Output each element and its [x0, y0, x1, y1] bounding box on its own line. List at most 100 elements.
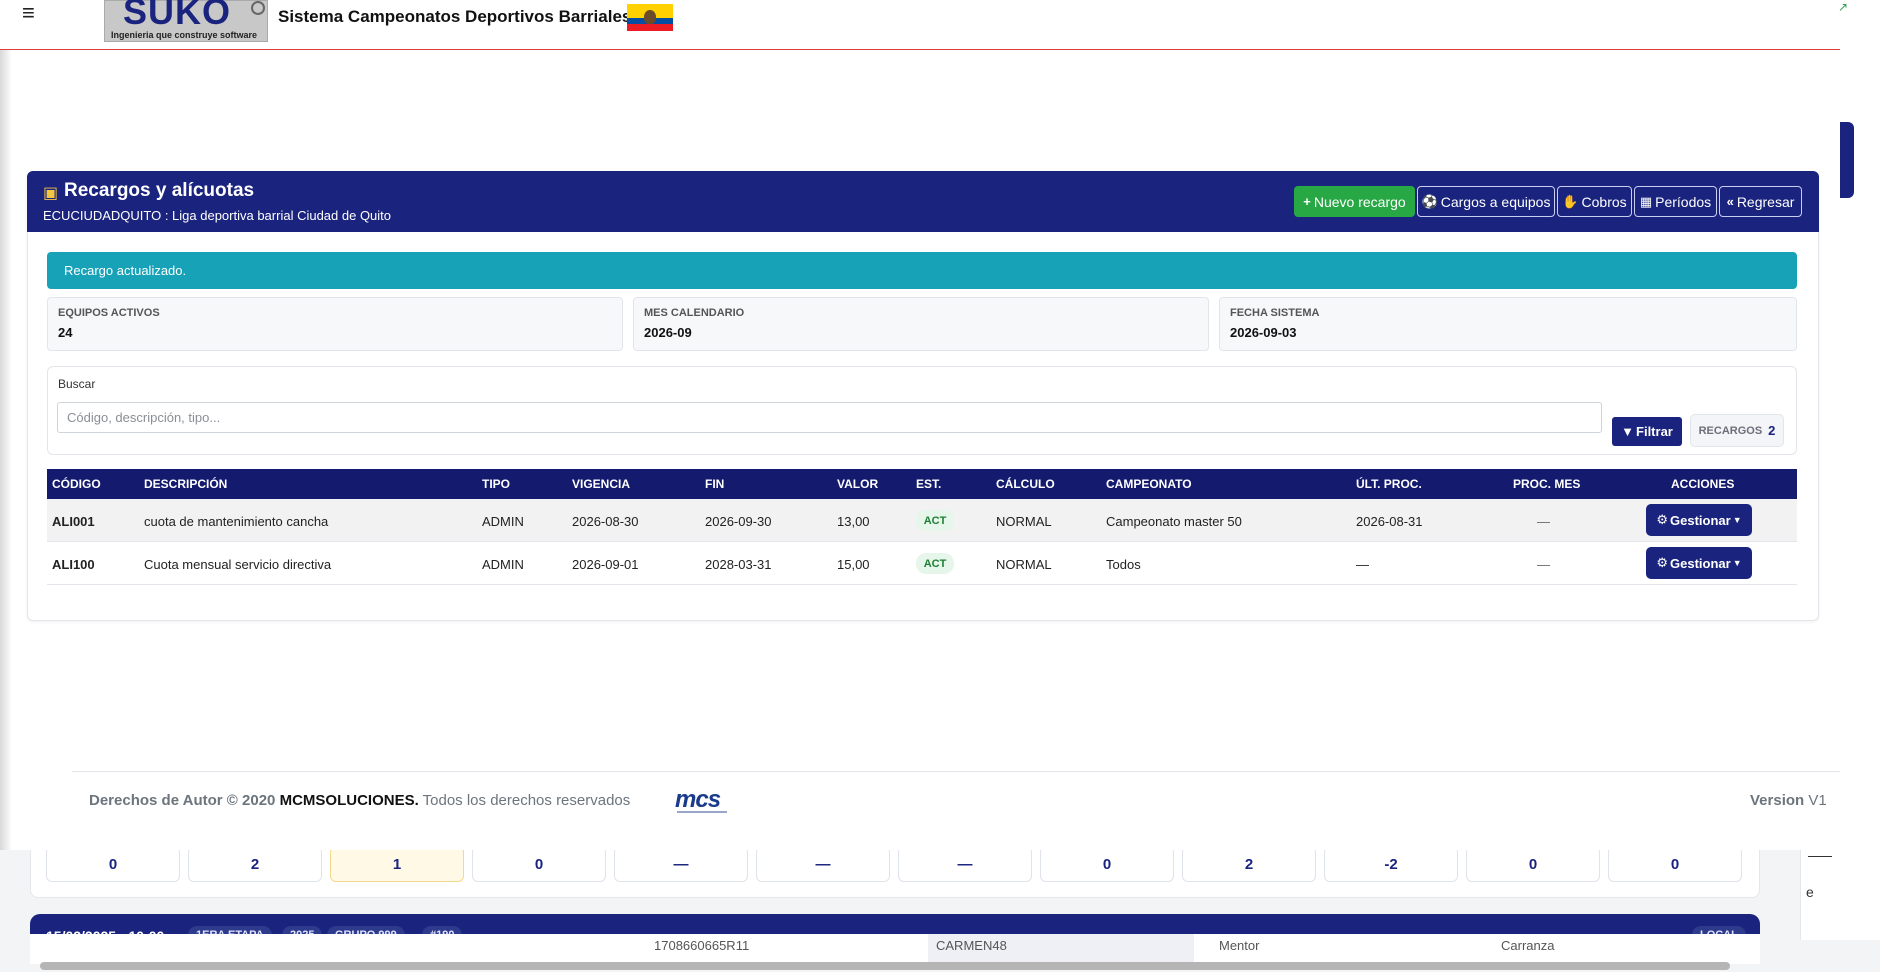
- col-code: CÓDIGO: [52, 477, 101, 491]
- filter-icon: ▼: [1621, 424, 1635, 439]
- card-title: Recargos y alícuotas: [64, 180, 255, 201]
- success-alert: Recargo actualizado.: [47, 252, 1797, 289]
- double-chevron-left-icon: «: [1726, 194, 1734, 209]
- background-stat-cell: —: [756, 846, 890, 882]
- count-label: RECARGOS: [1698, 424, 1763, 437]
- logo-tagline: Ingenieria que construye software: [111, 30, 258, 40]
- caret-down-icon: ▼: [1732, 558, 1742, 568]
- gear-icon: ⚙: [1656, 555, 1669, 570]
- search-label: Buscar: [58, 377, 96, 391]
- background-stat-cell: 0: [46, 846, 180, 882]
- cell-code: ALI100: [52, 557, 95, 572]
- col-status: EST.: [916, 477, 942, 491]
- filter-button[interactable]: ▼ Filtrar: [1612, 417, 1682, 446]
- col-start: VIGENCIA: [572, 477, 631, 491]
- background-stat-cell: 1: [330, 846, 464, 882]
- calendar-month-label: MES CALENDARIO: [644, 307, 745, 319]
- cell-calc: NORMAL: [996, 557, 1052, 572]
- cell-code: ALI001: [52, 514, 95, 529]
- background-stat-cell: 2: [188, 846, 322, 882]
- cell-value: 15,00: [837, 557, 870, 572]
- calendar-icon: ▦: [1639, 193, 1653, 209]
- caret-down-icon: ▼: [1732, 515, 1742, 525]
- clock-icon: [251, 1, 265, 15]
- background-player-role: Mentor: [1219, 938, 1260, 953]
- periods-button[interactable]: ▦ Períodos: [1634, 186, 1717, 217]
- system-date-box: FECHA SISTEMA 2026-09-03: [1219, 297, 1797, 351]
- background-stat-cell: 0: [1608, 846, 1742, 882]
- col-championship: CAMPEONATO: [1106, 477, 1192, 491]
- background-stat-cell: —: [898, 846, 1032, 882]
- app-title: Sistema Campeonatos Deportivos Barriales: [278, 7, 632, 26]
- payments-button[interactable]: ✋ Cobros: [1557, 186, 1632, 217]
- corner-arrow-icon[interactable]: ↗: [1838, 0, 1848, 14]
- suko-logo[interactable]: SUKO Ingenieria que construye software: [104, 0, 268, 42]
- card-subtitle: ECUCIUDADQUITO : Liga deportiva barrial …: [43, 208, 392, 223]
- manage-button[interactable]: ⚙ Gestionar ▼: [1646, 547, 1752, 579]
- count-value: 2: [1768, 423, 1776, 438]
- hamburger-icon[interactable]: ≡: [22, 0, 42, 26]
- status-badge: ACT: [916, 510, 954, 531]
- cell-description: cuota de mantenimiento cancha: [144, 514, 329, 529]
- mcs-logo-underline: [677, 811, 727, 813]
- footer-copyright: Derechos de Autor © 2020 MCMSOLUCIONES. …: [89, 792, 631, 809]
- mcs-logo: mcs: [675, 786, 721, 813]
- surcharges-count: RECARGOS 2: [1690, 414, 1784, 447]
- system-date-value: 2026-09-03: [1230, 325, 1297, 340]
- background-player-user: CARMEN48: [936, 938, 1007, 953]
- soccer-ball-icon: ⚽: [1421, 193, 1438, 209]
- footer-version: Version V1: [1750, 792, 1827, 809]
- calendar-month-box: MES CALENDARIO 2026-09: [633, 297, 1209, 351]
- background-stat-cell: 2: [1182, 846, 1316, 882]
- coins-icon: ▣: [43, 185, 59, 202]
- background-right-text: e: [1806, 884, 1814, 900]
- background-divider: [1808, 856, 1832, 857]
- footer-company[interactable]: MCMSOLUCIONES.: [280, 792, 419, 809]
- plus-icon: +: [1303, 194, 1311, 209]
- cell-last-proc: 2026-08-31: [1356, 514, 1423, 529]
- cell-type: ADMIN: [482, 514, 524, 529]
- background-player-surname: Carranza: [1501, 938, 1555, 953]
- ecuador-flag-icon: [627, 4, 673, 31]
- active-teams-box: EQUIPOS ACTIVOS 24: [47, 297, 623, 351]
- gear-icon: ⚙: [1656, 512, 1669, 527]
- cell-value: 13,00: [837, 514, 870, 529]
- cell-championship: Todos: [1106, 557, 1141, 572]
- background-stat-cell: —: [614, 846, 748, 882]
- cell-description: Cuota mensual servicio directiva: [144, 557, 332, 572]
- cell-proc-month: —: [1537, 557, 1550, 572]
- col-end: FIN: [705, 477, 725, 491]
- background-stat-cell: -2: [1324, 846, 1458, 882]
- calendar-month-value: 2026-09: [644, 325, 692, 340]
- team-charges-button[interactable]: ⚽ Cargos a equipos: [1417, 186, 1555, 217]
- hand-coin-icon: ✋: [1562, 193, 1579, 209]
- col-proc-month: PROC. MES: [1513, 477, 1581, 491]
- cell-championship: Campeonato master 50: [1106, 514, 1242, 529]
- background-stat-cell: 0: [1040, 846, 1174, 882]
- cell-last-proc: —: [1356, 557, 1369, 572]
- cell-end: 2026-09-30: [705, 514, 772, 529]
- col-type: TIPO: [482, 477, 511, 491]
- cell-proc-month: —: [1537, 514, 1550, 529]
- col-actions: ACCIONES: [1671, 477, 1735, 491]
- status-badge: ACT: [916, 553, 954, 574]
- cell-start: 2026-08-30: [572, 514, 639, 529]
- active-teams-label: EQUIPOS ACTIVOS: [58, 307, 160, 319]
- horizontal-scrollbar[interactable]: [40, 962, 1730, 970]
- system-date-label: FECHA SISTEMA: [1230, 307, 1320, 319]
- col-last-proc: ÚLT. PROC.: [1356, 477, 1422, 491]
- back-button[interactable]: «Regresar: [1719, 186, 1802, 217]
- cell-calc: NORMAL: [996, 514, 1052, 529]
- cell-start: 2026-09-01: [572, 557, 639, 572]
- page-shadow: [0, 0, 12, 850]
- active-teams-value: 24: [58, 325, 73, 340]
- background-stat-cell: 0: [1466, 846, 1600, 882]
- logo-text: SUKO: [123, 0, 232, 32]
- footer-divider: [72, 771, 1840, 772]
- top-header: [0, 0, 1840, 50]
- col-value: VALOR: [837, 477, 879, 491]
- new-surcharge-button[interactable]: + Nuevo recargo: [1294, 186, 1415, 217]
- search-input[interactable]: [57, 402, 1602, 433]
- cell-end: 2028-03-31: [705, 557, 772, 572]
- manage-button[interactable]: ⚙ Gestionar ▼: [1646, 504, 1752, 536]
